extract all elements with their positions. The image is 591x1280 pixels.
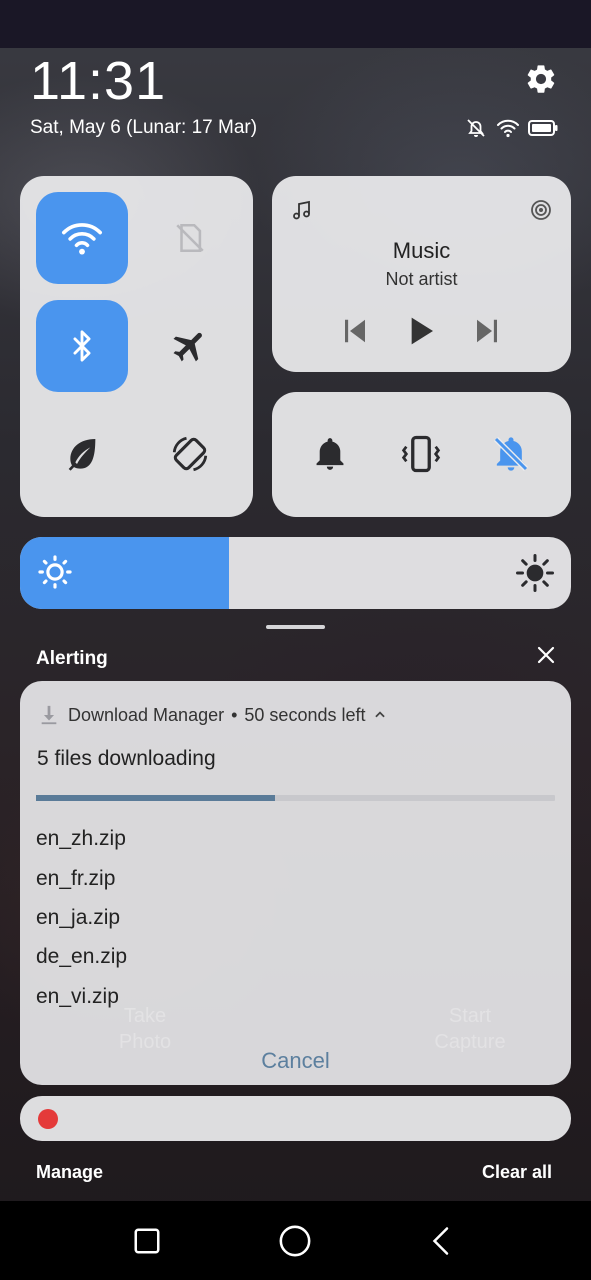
brightness-low-icon: [38, 555, 72, 589]
brightness-slider[interactable]: [20, 537, 571, 609]
notification-header: Download Manager • 50 seconds left: [38, 703, 387, 727]
auto-rotate-icon: [172, 436, 208, 472]
play-icon: [411, 317, 433, 345]
wifi-toggle[interactable]: [36, 192, 128, 284]
clear-all-button[interactable]: Clear all: [482, 1162, 552, 1183]
app-icon: [38, 1109, 58, 1129]
sound-mode-ring[interactable]: [308, 432, 352, 476]
manage-button[interactable]: Manage: [36, 1162, 103, 1183]
section-label-alerting: Alerting: [36, 648, 108, 669]
brightness-high-icon: [516, 554, 554, 592]
sound-mode-panel: [272, 392, 571, 517]
collapsed-notification[interactable]: [20, 1096, 571, 1141]
audio-output-icon[interactable]: [529, 198, 553, 222]
status-bar-strip: [0, 0, 591, 48]
download-notification[interactable]: Take Photo Start Capture Download Manage…: [20, 681, 571, 1085]
background-label-right-text: Start Capture: [434, 1005, 506, 1053]
wifi-icon: [61, 223, 102, 255]
play-button[interactable]: [403, 313, 439, 349]
media-artist: Not artist: [385, 269, 458, 289]
file-item: en_vi.zip: [36, 985, 119, 1008]
skip-previous-icon: [345, 319, 365, 343]
sound-mode-vibrate[interactable]: [399, 432, 443, 476]
clock: 11:31: [30, 51, 167, 111]
close-icon[interactable]: [534, 643, 558, 667]
notifications-off-icon: [467, 119, 485, 137]
home-circle-icon: [279, 1225, 311, 1257]
background-label-left-text: Take Photo: [118, 1005, 172, 1053]
power-saving-toggle[interactable]: [59, 431, 105, 477]
media-player: Music Not artist: [272, 176, 571, 372]
bluetooth-icon: [73, 330, 91, 362]
sound-mode-mute[interactable]: [489, 432, 533, 476]
skip-next-icon: [477, 319, 497, 343]
notification-time-left: 50 seconds left: [244, 704, 366, 725]
notification-title: 5 files downloading: [37, 747, 216, 770]
file-item: de_en.zip: [36, 945, 128, 968]
download-progress-fill: [36, 795, 275, 801]
file-item: en_ja.zip: [36, 906, 121, 929]
auto-rotate-toggle[interactable]: [167, 431, 213, 477]
next-track-button[interactable]: [469, 313, 505, 349]
battery-icon: [528, 120, 558, 136]
sim-off-icon: [176, 223, 204, 253]
bell-off-icon: [493, 436, 529, 472]
bell-icon: [316, 438, 344, 470]
navigation-bar: [0, 1201, 591, 1280]
previous-track-button[interactable]: [337, 313, 373, 349]
file-item: en_zh.zip: [36, 827, 126, 850]
airplane-mode-toggle[interactable]: [167, 323, 213, 369]
back-chevron-icon: [432, 1227, 449, 1255]
vibrate-icon: [401, 435, 441, 473]
wifi-icon: [497, 119, 519, 138]
home-button[interactable]: [275, 1221, 315, 1261]
notification-app-name: Download Manager: [68, 704, 225, 725]
settings-gear-icon[interactable]: [524, 62, 558, 96]
download-progress-bar: [36, 795, 555, 801]
music-note-icon: [293, 200, 310, 220]
file-item: en_fr.zip: [36, 867, 116, 890]
back-button[interactable]: [422, 1221, 462, 1261]
status-icons: [464, 116, 558, 140]
sim-disabled-toggle[interactable]: [167, 215, 213, 261]
panel-drag-handle[interactable]: [266, 625, 325, 629]
leaf-icon: [68, 439, 96, 471]
connectivity-panel: [20, 176, 253, 517]
recents-button[interactable]: [127, 1221, 167, 1261]
date-label: Sat, May 6 (Lunar: 17 Mar): [30, 117, 258, 138]
airplane-icon: [173, 332, 202, 362]
header-separator: •: [231, 704, 238, 725]
download-icon: [41, 705, 57, 725]
bluetooth-toggle[interactable]: [36, 300, 128, 392]
cancel-download-button[interactable]: Cancel: [20, 1048, 571, 1074]
chevron-up-icon[interactable]: [373, 708, 387, 722]
recents-square-icon: [134, 1228, 160, 1254]
media-title: Music: [392, 238, 451, 263]
